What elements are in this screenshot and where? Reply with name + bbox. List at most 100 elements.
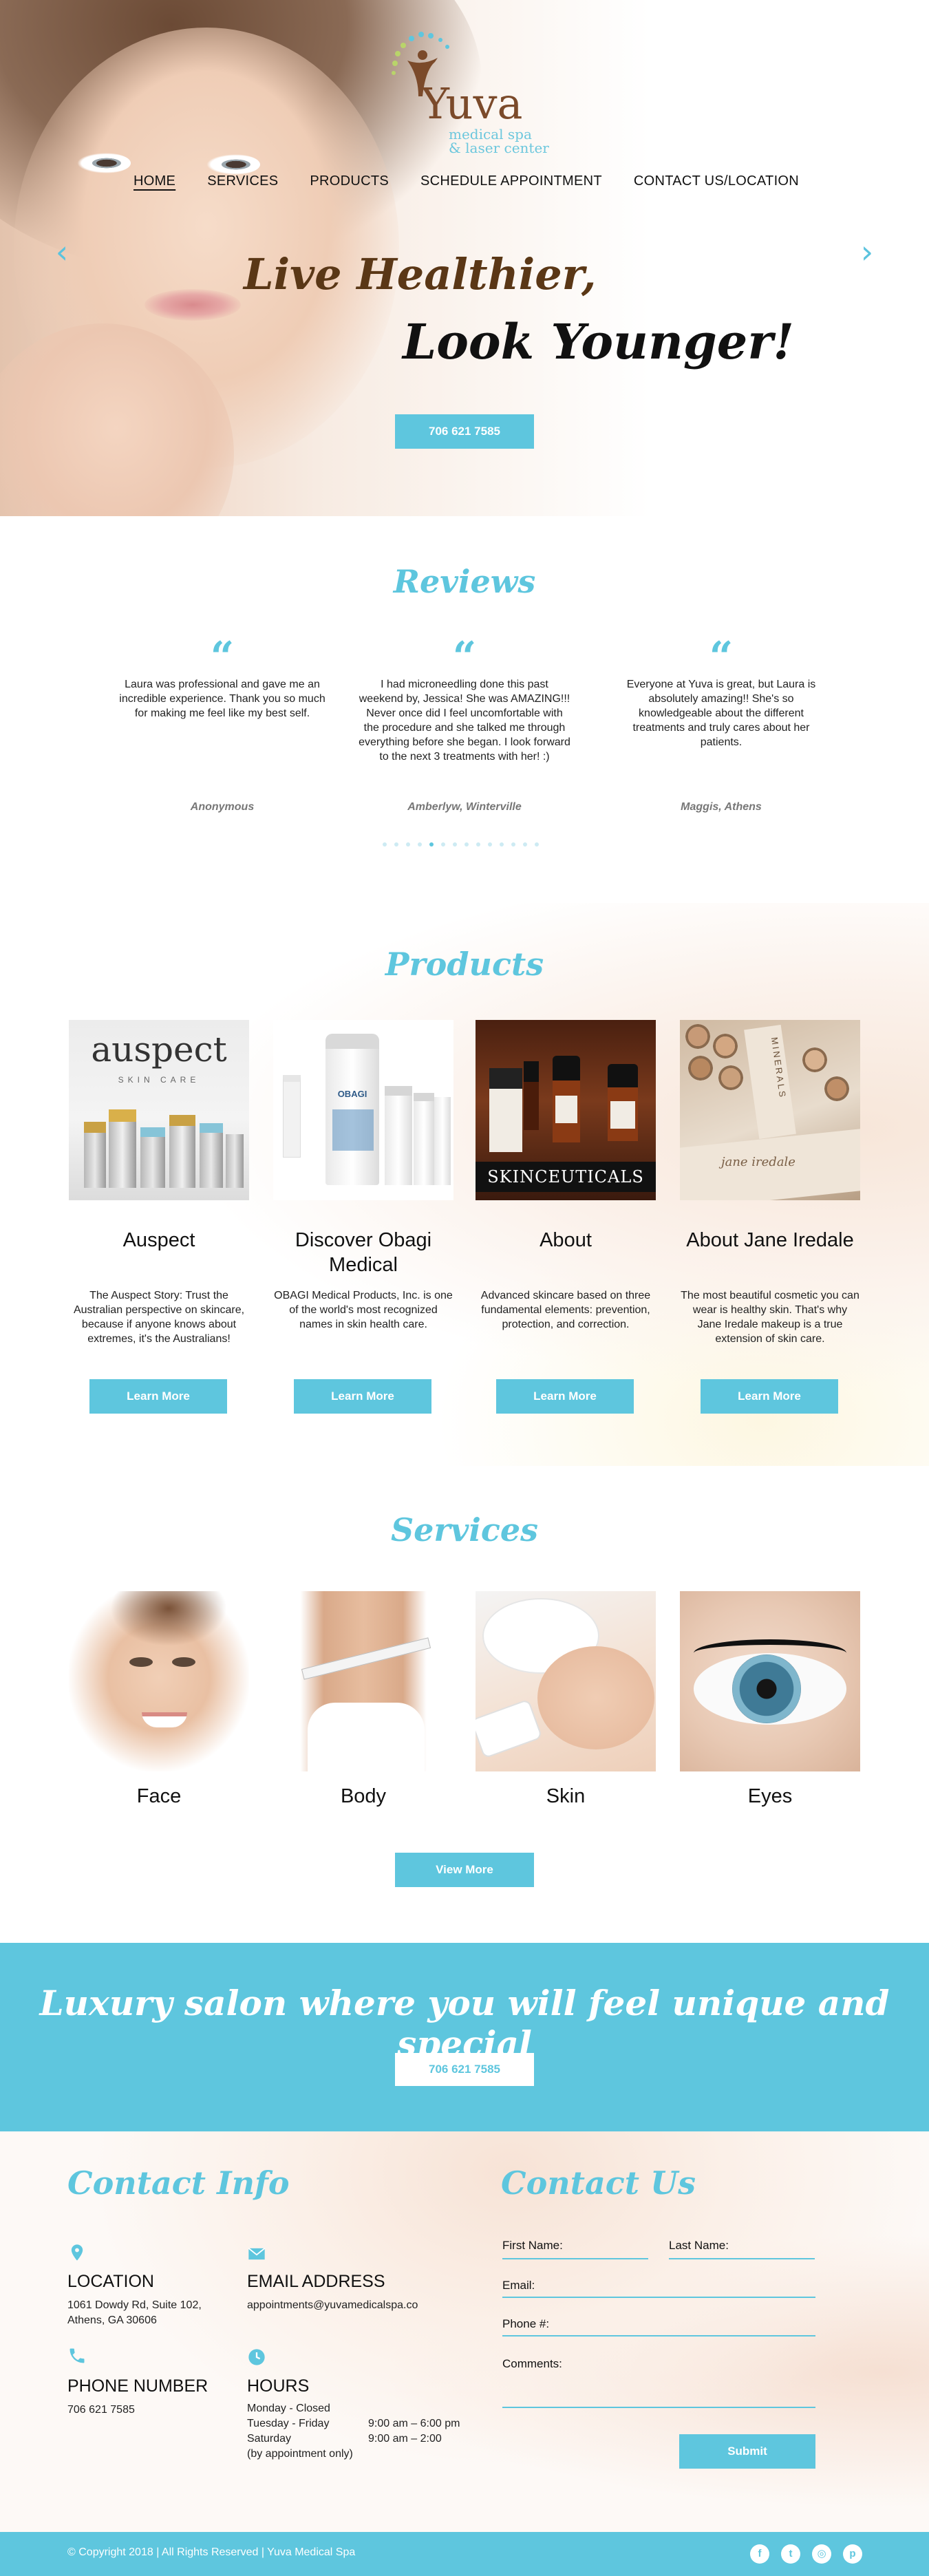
product-description: The most beautiful cosmetic you can wear… <box>681 1290 859 1345</box>
review-card: “ Everyone at Yuva is great, but Laura i… <box>615 633 828 826</box>
last-name-input[interactable] <box>669 2258 815 2259</box>
pagination-dot[interactable] <box>418 842 422 847</box>
phone-number[interactable]: 706 621 7585 <box>67 2403 135 2418</box>
learn-more-button[interactable]: Learn More <box>294 1379 431 1414</box>
pagination-dot[interactable] <box>453 842 457 847</box>
hero-headline-line2: Look Younger! <box>403 313 794 370</box>
pagination-dot[interactable] <box>429 842 434 847</box>
pagination-dot[interactable] <box>394 842 398 847</box>
product-image-skinceuticals[interactable]: SKINCEUTICALS <box>476 1020 656 1200</box>
contact-us-title: Contact Us <box>501 2164 696 2202</box>
nav-home[interactable]: HOME <box>134 173 175 189</box>
hero-headline-line1: Live Healthier, <box>244 249 597 299</box>
learn-more-button[interactable]: Learn More <box>701 1379 838 1414</box>
phone-input[interactable] <box>502 2335 815 2337</box>
email-heading: EMAIL ADDRESS <box>247 2272 385 2291</box>
product-image-auspect[interactable]: auspect SKIN CARE <box>69 1020 249 1200</box>
service-image-skin <box>476 1591 656 1771</box>
pagination-dot[interactable] <box>535 842 539 847</box>
phone-label: Phone #: <box>502 2317 550 2330</box>
pagination-dot[interactable] <box>476 842 480 847</box>
service-card-body[interactable]: Body <box>273 1591 453 1808</box>
envelope-icon <box>248 2248 266 2260</box>
pagination-dot[interactable] <box>406 842 410 847</box>
product-name: Discover Obagi Medical <box>295 1229 432 1276</box>
product-description: The Auspect Story: Trust the Australian … <box>73 1290 245 1345</box>
product-name: About Jane Iredale <box>686 1229 854 1251</box>
product-image-jane-iredale[interactable]: MINERALS jane iredale <box>680 1020 860 1200</box>
slider-next-arrow-icon[interactable]: › <box>853 234 881 270</box>
hero-phone-button[interactable]: 706 621 7585 <box>395 414 534 449</box>
product-card-obagi: OBAGI Discover Obagi Medical OBAGI Medic… <box>273 1020 453 1414</box>
nav-contact-location[interactable]: CONTACT US/LOCATION <box>634 173 799 189</box>
phone-icon <box>70 2348 85 2363</box>
slider-prev-arrow-icon[interactable]: ‹ <box>48 234 76 270</box>
banner-phone-button[interactable]: 706 621 7585 <box>395 2053 534 2086</box>
view-more-button[interactable]: View More <box>395 1853 534 1887</box>
logo-brand-name: Yuva <box>421 78 523 129</box>
last-name-label: Last Name: <box>669 2239 729 2252</box>
submit-button[interactable]: Submit <box>679 2434 815 2469</box>
service-label: Skin <box>546 1785 586 1807</box>
review-card: “ Laura was professional and gave me an … <box>116 633 329 826</box>
product-card-jane-iredale: MINERALS jane iredale About Jane Iredale… <box>680 1020 860 1414</box>
hero-model-eye-right <box>206 154 260 175</box>
first-name-label: First Name: <box>502 2239 563 2252</box>
product-name: Auspect <box>122 1229 195 1251</box>
comments-textarea[interactable] <box>502 2407 815 2408</box>
pagination-dot[interactable] <box>441 842 445 847</box>
nav-products[interactable]: PRODUCTS <box>310 173 389 189</box>
service-card-face[interactable]: Face <box>69 1591 249 1808</box>
nav-services[interactable]: SERVICES <box>207 173 278 189</box>
email-address[interactable]: appointments@yuvamedicalspa.co <box>247 2298 418 2313</box>
learn-more-button[interactable]: Learn More <box>89 1379 227 1414</box>
review-author: Amberlyw, Winterville <box>407 801 522 813</box>
pagination-dot[interactable] <box>488 842 492 847</box>
logo-tagline: medical spa & laser center <box>449 126 549 156</box>
email-label: Email: <box>502 2279 535 2292</box>
location-heading: LOCATION <box>67 2272 154 2291</box>
instagram-icon[interactable]: ◎ <box>812 2544 831 2564</box>
hero-model-eye-left <box>77 153 131 173</box>
promo-banner: Luxury salon where you will feel unique … <box>0 1943 929 2131</box>
location-pin-icon <box>71 2244 83 2261</box>
twitter-icon[interactable]: t <box>781 2544 800 2564</box>
nav-schedule-appointment[interactable]: SCHEDULE APPOINTMENT <box>420 173 602 189</box>
product-description: OBAGI Medical Products, Inc. is one of t… <box>274 1290 453 1330</box>
hours-list: Monday - Closed Tuesday - Friday 9:00 am … <box>247 2403 460 2460</box>
pagination-dot[interactable] <box>500 842 504 847</box>
review-author: Anonymous <box>190 801 255 813</box>
pagination-dot[interactable] <box>523 842 527 847</box>
service-image-face <box>69 1591 249 1771</box>
pagination-dot[interactable] <box>383 842 387 847</box>
banner-tagline: Luxury salon where you will feel unique … <box>39 1983 890 2064</box>
service-label: Body <box>340 1785 387 1807</box>
review-text: Everyone at Yuva is great, but Laura is … <box>626 679 816 748</box>
services-title: Services <box>390 1511 539 1548</box>
review-author: Maggis, Athens <box>681 801 762 813</box>
service-card-eyes[interactable]: Eyes <box>680 1591 860 1808</box>
learn-more-button[interactable]: Learn More <box>496 1379 634 1414</box>
reviews-pagination <box>383 842 539 847</box>
service-image-body <box>273 1591 453 1771</box>
service-card-skin[interactable]: Skin <box>476 1591 656 1808</box>
email-input[interactable] <box>502 2297 815 2298</box>
hero-model-lips <box>145 289 241 321</box>
pagination-dot[interactable] <box>511 842 515 847</box>
facebook-icon[interactable]: f <box>750 2544 769 2564</box>
first-name-input[interactable] <box>502 2258 648 2259</box>
site-logo[interactable]: Yuva medical spa & laser center <box>380 21 559 165</box>
product-card-skinceuticals: SKINCEUTICALS About Advanced skincare ba… <box>476 1020 656 1414</box>
product-description: Advanced skincare based on three fundame… <box>480 1290 651 1330</box>
quote-icon: “ <box>210 633 235 681</box>
contact-info-title: Contact Info <box>67 2164 290 2202</box>
pagination-dot[interactable] <box>464 842 469 847</box>
product-card-auspect: auspect SKIN CARE Auspect The Auspect St… <box>69 1020 249 1414</box>
clock-icon <box>248 2349 265 2365</box>
product-image-obagi[interactable]: OBAGI <box>273 1020 453 1200</box>
contact-section: Contact Info Contact Us LOCATION 1061 Do… <box>0 2131 929 2532</box>
location-address: 1061 Dowdy Rd, Suite 102, Athens, GA 306… <box>67 2299 202 2326</box>
site-footer: © Copyright 2018 | All Rights Reserved |… <box>0 2532 929 2576</box>
quote-icon: “ <box>709 633 734 681</box>
pinterest-icon[interactable]: p <box>843 2544 862 2564</box>
